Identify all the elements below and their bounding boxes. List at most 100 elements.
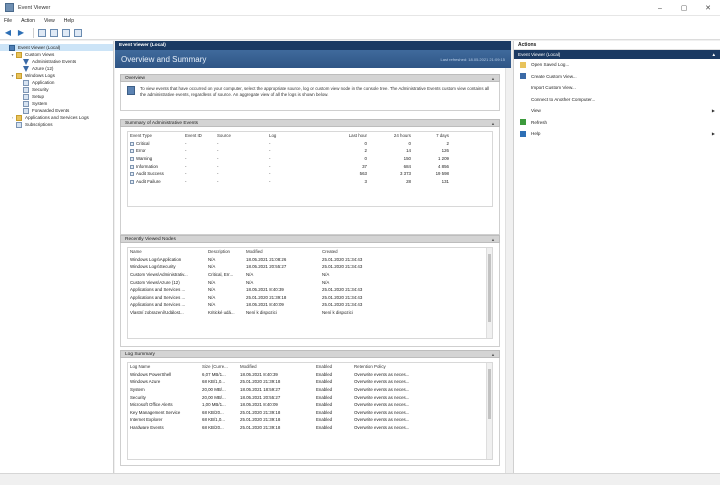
properties-icon[interactable] <box>50 28 58 37</box>
table-row[interactable]: Audit Failure - - - 3 28 131 <box>128 178 492 186</box>
collapse-caret-icon[interactable]: ▲ <box>711 52 716 57</box>
collapse-caret-icon[interactable]: ▲ <box>491 121 495 126</box>
table-cell: 0 <box>364 156 367 162</box>
help-toolbar-icon[interactable] <box>62 28 70 37</box>
recent-nodes-section-header[interactable]: Recently Viewed Nodes ▲ <box>120 235 500 243</box>
table-row[interactable]: Hardware Events 68 KB/20... 25.01.2020 21:… <box>128 424 490 432</box>
menu-view[interactable]: View <box>44 18 55 24</box>
maximize-button[interactable]: ▢ <box>672 0 696 16</box>
action-item-label: Open Saved Log... <box>531 62 570 68</box>
action-item[interactable]: Import Custom View... <box>514 82 720 94</box>
actions-subheader[interactable]: Event Viewer (Local) ▲ <box>514 50 720 59</box>
column-header[interactable]: Modified <box>238 363 314 371</box>
expanded-chevron-icon[interactable]: ▾ <box>10 73 15 78</box>
column-header[interactable]: Created <box>320 248 430 256</box>
minimize-button[interactable]: – <box>648 0 672 16</box>
column-header[interactable]: Enabled <box>314 363 352 371</box>
table-row[interactable]: Key Management Service 68 KB/20... 25.01.2… <box>128 409 490 417</box>
summary-section-header[interactable]: Summary of Administrative Events ▲ <box>120 119 500 127</box>
table-cell: 2 <box>364 148 367 154</box>
table-row[interactable]: Internet Explorer 68 KB/1,0... 25.01.2020 … <box>128 416 490 424</box>
collapse-caret-icon[interactable]: ▲ <box>491 76 495 81</box>
table-cell: 6,07 MB/1... <box>202 371 226 377</box>
column-header[interactable]: Name <box>128 248 206 256</box>
table-row[interactable]: Windows Azure 68 KB/1,0... 25.01.2020 21:3… <box>128 378 490 386</box>
collapse-caret-icon[interactable]: ▲ <box>491 237 495 242</box>
column-header[interactable]: Last hour <box>307 132 369 140</box>
log-summary-section-header[interactable]: Log Summary ▲ <box>120 350 500 358</box>
table-row[interactable]: Audit Success - - - 563 3 373 19 598 <box>128 170 492 178</box>
collapsed-chevron-icon[interactable]: › <box>10 115 15 120</box>
table-row[interactable]: Security 20,00 MB/... 18.05.2021 20:55:27 E… <box>128 393 490 401</box>
table-row[interactable]: Microsoft Office Alerts 1,00 MB/1... 18.05… <box>128 401 490 409</box>
column-header[interactable]: Description <box>206 248 244 256</box>
tree-node[interactable]: System <box>0 100 113 107</box>
tree-node[interactable]: Azure (12) <box>0 65 113 72</box>
table-cell: 25.01.2020 21:34:43 <box>322 287 363 293</box>
recent-nodes-scrollbar[interactable] <box>486 248 492 338</box>
action-item[interactable]: View ▶ <box>514 105 720 117</box>
scrollbar-thumb[interactable] <box>488 254 491 322</box>
forward-arrow-icon[interactable]: ▶ <box>16 28 26 38</box>
show-hide-action-pane-icon[interactable] <box>74 28 82 37</box>
table-row[interactable]: System 20,00 MB/... 18.05.2021 18:59:27 Ena… <box>128 386 490 394</box>
tree-node[interactable]: Administrative Events <box>0 58 113 65</box>
banner-title: Overview and Summary <box>121 54 207 64</box>
table-row[interactable]: Windows Logs\Security N/A 18.05.2021 20:55… <box>128 263 490 271</box>
menu-help[interactable]: Help <box>64 18 74 24</box>
table-row[interactable]: Applications and Services ... N/A 25.01.20… <box>128 294 490 302</box>
table-row[interactable]: Custom Views\Azure (12) N/A N/A N/A <box>128 278 490 286</box>
column-header[interactable]: 7 days <box>413 132 451 140</box>
menu-action[interactable]: Action <box>21 18 35 24</box>
center-pane-scrollbar[interactable] <box>505 68 511 473</box>
column-header[interactable]: Event Type <box>128 132 183 140</box>
column-header[interactable]: Modified <box>244 248 320 256</box>
table-row[interactable]: Critical - - - 0 0 2 <box>128 140 492 148</box>
show-hide-console-tree-icon[interactable] <box>38 28 46 37</box>
table-row[interactable]: Applications and Services ... N/A 18.05.20… <box>128 301 490 309</box>
column-header[interactable]: Log Name <box>128 363 200 371</box>
table-row[interactable]: Information - - - 37 684 4 856 <box>128 162 492 170</box>
action-item-label: Help <box>531 131 541 137</box>
close-button[interactable]: ✕ <box>696 0 720 16</box>
table-row[interactable]: Custom Views\Administrativ... Critical, E… <box>128 271 490 279</box>
table-row[interactable]: Windows Logs\Application N/A 18.05.2021 21… <box>128 256 490 264</box>
log-summary-scrollbar[interactable] <box>486 363 492 459</box>
tree-node[interactable]: ▾ Custom Views <box>0 51 113 58</box>
menu-file[interactable]: File <box>4 18 12 24</box>
tree-node[interactable]: › Applications and Services Logs <box>0 114 113 121</box>
table-row[interactable]: Error - - - 2 14 126 <box>128 147 492 155</box>
tree-node[interactable]: Event Viewer (Local) <box>0 44 113 51</box>
expanded-chevron-icon[interactable]: ▾ <box>10 52 15 57</box>
table-row[interactable]: Windows PowerShell 6,07 MB/1... 18.05.2021… <box>128 371 490 379</box>
collapse-caret-icon[interactable]: ▲ <box>491 352 495 357</box>
action-item[interactable]: Help ▶ <box>514 128 720 140</box>
column-header[interactable]: Retention Policy <box>352 363 490 371</box>
tree-node[interactable]: Forwarded Events <box>0 107 113 114</box>
table-cell: 18.05.2021 8:40:09 <box>240 402 278 408</box>
scrollbar-thumb[interactable] <box>488 369 491 419</box>
back-arrow-icon[interactable]: ◀ <box>3 28 13 38</box>
action-item[interactable]: Connect to Another Computer... <box>514 94 720 106</box>
action-item[interactable]: Create Custom View... <box>514 71 720 83</box>
table-cell: 1 209 <box>438 156 449 162</box>
tree-node[interactable]: Subscriptions <box>0 121 113 128</box>
table-cell: 18.05.2021 18:59:27 <box>240 387 281 393</box>
action-item[interactable]: Refresh <box>514 117 720 129</box>
computer-icon <box>9 44 15 51</box>
column-header[interactable]: 24 hours <box>369 132 413 140</box>
overview-section-header[interactable]: Overview ▲ <box>120 74 500 82</box>
tree-node[interactable]: Security <box>0 86 113 93</box>
action-item[interactable]: Open Saved Log... <box>514 59 720 71</box>
overview-banner: Overview and Summary Last refreshed: 18.… <box>115 50 511 68</box>
table-row[interactable]: Applications and Services ... N/A 18.05.20… <box>128 286 490 294</box>
column-header[interactable]: Source <box>215 132 267 140</box>
table-row[interactable]: Vlastní zobrazení\Událost... Kritické udá… <box>128 309 490 317</box>
column-header[interactable]: Log <box>267 132 307 140</box>
tree-node[interactable]: ▾ Windows Logs <box>0 72 113 79</box>
table-row[interactable]: Warning - - - 0 150 1 209 <box>128 155 492 163</box>
column-header[interactable]: Event ID <box>183 132 215 140</box>
column-header[interactable]: Size (Curre... <box>200 363 238 371</box>
tree-node[interactable]: Application <box>0 79 113 86</box>
tree-node[interactable]: Setup <box>0 93 113 100</box>
